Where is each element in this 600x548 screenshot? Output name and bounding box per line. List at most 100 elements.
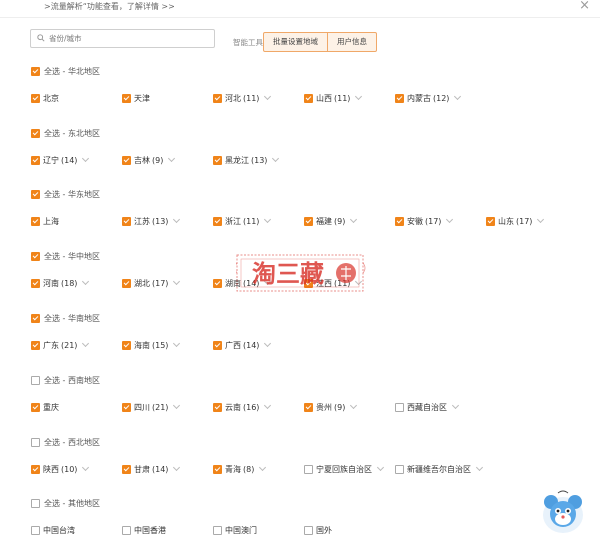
region-checkbox[interactable] xyxy=(31,376,40,385)
region-checkbox[interactable] xyxy=(31,499,40,508)
province-item[interactable]: 江苏 (13) xyxy=(122,215,181,227)
province-checkbox[interactable] xyxy=(122,94,131,103)
province-checkbox[interactable] xyxy=(395,465,404,474)
province-item[interactable]: 陕西 (10) xyxy=(31,463,90,475)
province-checkbox[interactable] xyxy=(213,279,222,288)
province-checkbox[interactable] xyxy=(122,341,131,350)
flow-analysis-note[interactable]: >流量解析“功能查看，了解详情 >> xyxy=(44,1,175,12)
province-item[interactable]: 浙江 (11) xyxy=(213,215,272,227)
province-checkbox[interactable] xyxy=(122,217,131,226)
province-checkbox[interactable] xyxy=(122,465,131,474)
province-checkbox[interactable] xyxy=(31,403,40,412)
chevron-down-icon[interactable] xyxy=(454,92,462,101)
chevron-down-icon[interactable] xyxy=(446,215,454,224)
province-item[interactable]: 中国澳门 xyxy=(213,525,257,536)
chevron-down-icon[interactable] xyxy=(264,215,272,224)
province-item[interactable]: 河南 (18) xyxy=(31,277,90,289)
province-checkbox[interactable] xyxy=(122,156,131,165)
province-item[interactable]: 甘肃 (14) xyxy=(122,463,181,475)
chevron-down-icon[interactable] xyxy=(350,401,358,410)
province-item[interactable]: 河北 (11) xyxy=(213,92,272,104)
chevron-down-icon[interactable] xyxy=(350,215,358,224)
region-select-all[interactable]: 全选 - 华中地区 xyxy=(31,251,100,262)
province-item[interactable]: 辽宁 (14) xyxy=(31,154,90,166)
chevron-down-icon[interactable] xyxy=(82,277,90,286)
province-checkbox[interactable] xyxy=(31,94,40,103)
province-item[interactable]: 青海 (8) xyxy=(213,463,267,475)
province-item[interactable]: 上海 xyxy=(31,216,59,227)
province-checkbox[interactable] xyxy=(31,465,40,474)
user-info-button[interactable]: 用户信息 xyxy=(327,33,376,51)
chevron-down-icon[interactable] xyxy=(173,463,181,472)
search-box[interactable] xyxy=(30,29,215,48)
chevron-down-icon[interactable] xyxy=(376,463,385,472)
region-select-all[interactable]: 全选 - 华东地区 xyxy=(31,189,100,200)
province-checkbox[interactable] xyxy=(304,403,313,412)
chevron-down-icon[interactable] xyxy=(259,463,267,472)
province-checkbox[interactable] xyxy=(213,156,222,165)
region-checkbox[interactable] xyxy=(31,252,40,261)
province-item[interactable]: 广西 (14) xyxy=(213,339,272,351)
province-item[interactable]: 贵州 (9) xyxy=(304,401,358,413)
chevron-down-icon[interactable] xyxy=(451,401,460,410)
region-select-all[interactable]: 全选 - 其他地区 xyxy=(31,498,100,509)
province-checkbox[interactable] xyxy=(213,94,222,103)
province-checkbox[interactable] xyxy=(304,217,313,226)
province-checkbox[interactable] xyxy=(395,94,404,103)
region-select-all[interactable]: 全选 - 西南地区 xyxy=(31,375,100,386)
province-checkbox[interactable] xyxy=(31,156,40,165)
chevron-down-icon[interactable] xyxy=(264,401,272,410)
province-checkbox[interactable] xyxy=(304,94,313,103)
province-item[interactable]: 海南 (15) xyxy=(122,339,181,351)
chevron-down-icon[interactable] xyxy=(173,277,181,286)
province-checkbox[interactable] xyxy=(213,526,222,535)
batch-set-region-button[interactable]: 批量设置地域 xyxy=(264,33,327,51)
province-checkbox[interactable] xyxy=(122,279,131,288)
province-item[interactable]: 广东 (21) xyxy=(31,339,90,351)
province-checkbox[interactable] xyxy=(395,217,404,226)
chevron-down-icon[interactable] xyxy=(537,215,545,224)
province-checkbox[interactable] xyxy=(122,403,131,412)
province-checkbox[interactable] xyxy=(304,526,313,535)
region-select-all[interactable]: 全选 - 西北地区 xyxy=(31,437,100,448)
province-item[interactable]: 宁夏回族自治区 xyxy=(304,463,385,475)
province-item[interactable]: 西藏自治区 xyxy=(395,401,460,413)
region-checkbox[interactable] xyxy=(31,314,40,323)
chevron-down-icon[interactable] xyxy=(82,339,90,348)
province-checkbox[interactable] xyxy=(213,403,222,412)
province-item[interactable]: 天津 xyxy=(122,93,150,104)
chevron-down-icon[interactable] xyxy=(272,154,280,163)
province-item[interactable]: 吉林 (9) xyxy=(122,154,176,166)
province-item[interactable]: 云南 (16) xyxy=(213,401,272,413)
chevron-down-icon[interactable] xyxy=(355,92,363,101)
region-select-all[interactable]: 全选 - 华南地区 xyxy=(31,313,100,324)
region-checkbox[interactable] xyxy=(31,438,40,447)
chevron-down-icon[interactable] xyxy=(264,92,272,101)
province-checkbox[interactable] xyxy=(304,465,313,474)
search-input[interactable] xyxy=(49,32,209,45)
region-checkbox[interactable] xyxy=(31,67,40,76)
chevron-down-icon[interactable] xyxy=(168,154,176,163)
close-icon[interactable]: × xyxy=(579,0,590,13)
province-item[interactable]: 重庆 xyxy=(31,402,59,413)
province-item[interactable]: 安徽 (17) xyxy=(395,215,454,227)
province-checkbox[interactable] xyxy=(31,217,40,226)
chevron-down-icon[interactable] xyxy=(173,215,181,224)
region-checkbox[interactable] xyxy=(31,129,40,138)
province-checkbox[interactable] xyxy=(31,526,40,535)
province-checkbox[interactable] xyxy=(122,526,131,535)
province-item[interactable]: 北京 xyxy=(31,93,59,104)
province-item[interactable]: 四川 (21) xyxy=(122,401,181,413)
chevron-down-icon[interactable] xyxy=(173,339,181,348)
province-item[interactable]: 国外 xyxy=(304,525,332,536)
mascot-icon[interactable] xyxy=(540,490,586,534)
province-item[interactable]: 山东 (17) xyxy=(486,215,545,227)
province-item[interactable]: 福建 (9) xyxy=(304,215,358,227)
province-checkbox[interactable] xyxy=(213,341,222,350)
province-item[interactable]: 新疆维吾尔自治区 xyxy=(395,463,484,475)
region-select-all[interactable]: 全选 - 华北地区 xyxy=(31,66,100,77)
province-checkbox[interactable] xyxy=(31,341,40,350)
province-checkbox[interactable] xyxy=(31,279,40,288)
chevron-down-icon[interactable] xyxy=(264,339,272,348)
province-checkbox[interactable] xyxy=(213,217,222,226)
